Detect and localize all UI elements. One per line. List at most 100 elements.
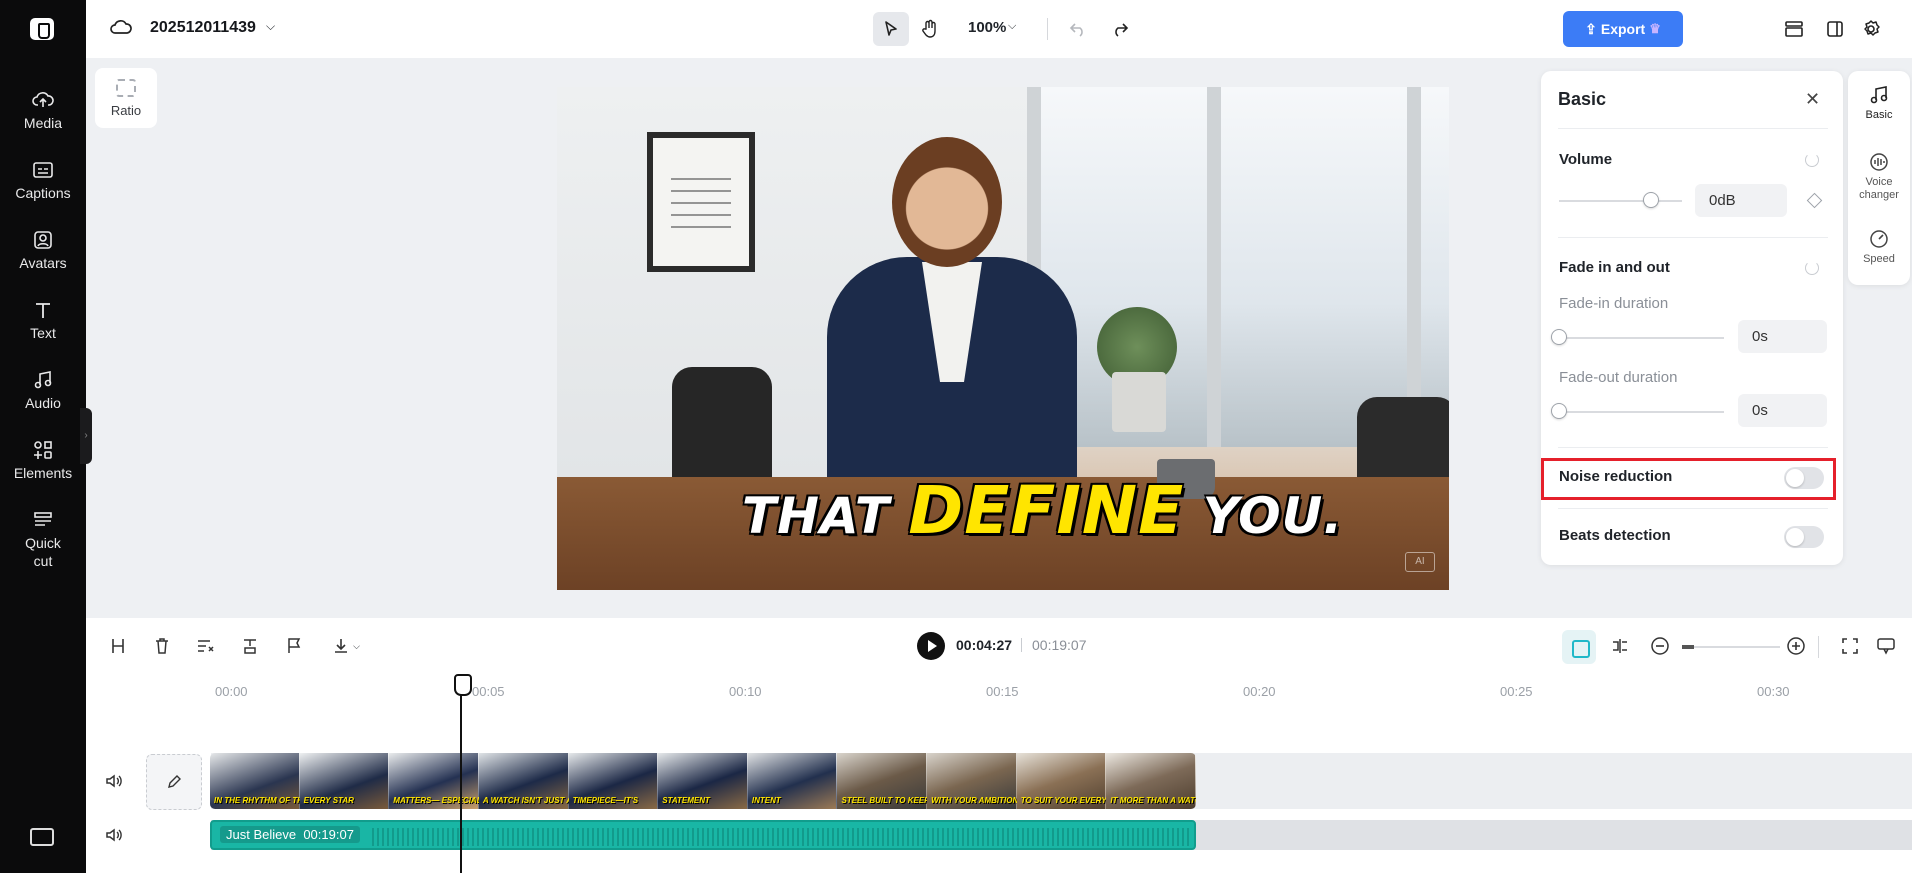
fade-out-slider[interactable] (1559, 411, 1724, 413)
close-icon[interactable]: ✕ (1805, 89, 1820, 110)
playhead[interactable] (454, 674, 472, 873)
split-view-button[interactable] (1608, 634, 1632, 658)
ruler-label: 00:30 (1757, 684, 1790, 699)
play-button[interactable] (917, 632, 945, 660)
ratio-button[interactable]: Ratio (95, 68, 157, 128)
keyboard-shortcuts-icon[interactable] (30, 828, 54, 846)
fade-in-slider[interactable] (1559, 337, 1724, 339)
ruler-label: 00:15 (986, 684, 1019, 699)
audio-clip[interactable]: Just Believe 00:19:07 (210, 820, 1196, 850)
beats-detection-toggle[interactable] (1784, 526, 1824, 548)
tab-voice-changer[interactable]: Voice changer (1848, 152, 1910, 202)
thumb-caption: A WATCH ISN'T JUST A (482, 796, 573, 805)
speaker-icon[interactable] (104, 772, 124, 790)
reset-icon[interactable] (1805, 261, 1819, 275)
top-bar: 202512011439 ⌵ 100% ⌵ ⇪ Export ♛ (86, 0, 1912, 58)
comment-button[interactable] (1874, 634, 1898, 658)
hand-tool-button[interactable] (912, 12, 948, 46)
project-name[interactable]: 202512011439 (150, 19, 256, 37)
rail-item-captions[interactable]: Captions (0, 160, 86, 202)
fade-in-slider-knob[interactable] (1551, 329, 1567, 345)
panel-title: Basic (1558, 89, 1607, 109)
rail-item-text[interactable]: Text (0, 300, 86, 342)
clip-thumbnail: WITH YOUR AMBITION (927, 753, 1019, 809)
magnet-snap-button[interactable] (1562, 630, 1596, 664)
fade-out-label: Fade-out duration (1559, 369, 1678, 386)
music-note-icon (34, 371, 52, 389)
preview-head (892, 137, 1002, 267)
thumb-caption: STATEMENT (662, 796, 710, 805)
reset-icon[interactable] (1805, 153, 1819, 167)
settings-button[interactable] (1853, 12, 1889, 46)
thumb-caption: IN THE RHYTHM OF THE (214, 796, 309, 805)
zoom-in-button[interactable] (1784, 634, 1808, 658)
thumb-caption: TIMEPIECE—IT'S (572, 796, 639, 805)
layout-toggle-button[interactable] (1817, 12, 1853, 46)
cover-edit-button[interactable] (146, 754, 202, 810)
edit-clips-button[interactable] (194, 634, 218, 658)
chevron-down-icon[interactable]: ⌵ (1008, 20, 1016, 33)
thumb-caption: EVERY STAR (303, 796, 354, 805)
avatar-icon (34, 231, 52, 249)
captions-icon (33, 162, 53, 178)
layers-icon (1785, 21, 1803, 37)
ruler-label: 00:25 (1500, 684, 1533, 699)
volume-value-field[interactable]: 0dB (1695, 184, 1787, 217)
fade-out-value-field[interactable]: 0s (1738, 394, 1827, 427)
video-caption[interactable]: THAT DEFINE YOU. (742, 472, 1343, 549)
cursor-icon (885, 21, 897, 36)
app-logo[interactable] (30, 18, 54, 40)
thumb-caption: WITH YOUR AMBITION (931, 796, 1019, 805)
tab-basic[interactable]: Basic (1848, 85, 1910, 122)
rail-item-audio[interactable]: Audio (0, 370, 86, 412)
rail-item-media[interactable]: Media (0, 90, 86, 132)
fade-in-value-field[interactable]: 0s (1738, 320, 1827, 353)
cloud-sync-icon[interactable] (110, 17, 132, 37)
undo-button[interactable] (1060, 12, 1096, 46)
ratio-label: Ratio (110, 103, 142, 118)
export-button[interactable]: ⇪ Export ♛ (1563, 11, 1683, 47)
ruler-label: 00:10 (729, 684, 762, 699)
split-button[interactable] (106, 634, 130, 658)
video-preview[interactable]: THAT DEFINE YOU. AI (557, 87, 1449, 590)
volume-slider-knob[interactable] (1643, 192, 1660, 208)
rail-collapse-handle[interactable]: › (80, 408, 92, 464)
ruler-label: 00:00 (215, 684, 248, 699)
voice-wave-icon (1870, 153, 1888, 171)
delete-button[interactable] (150, 634, 174, 658)
redo-button[interactable] (1102, 12, 1138, 46)
rail-item-label: Media (23, 115, 63, 131)
export-label: Export (1600, 21, 1646, 37)
select-tool-button[interactable] (873, 12, 909, 46)
rail-item-quick-cut[interactable]: Quick cut (0, 510, 86, 570)
video-clip[interactable]: IN THE RHYTHM OF THE EVERY STAR MATTERS—… (210, 753, 1196, 809)
text-to-speech-button[interactable] (238, 634, 262, 658)
chevron-down-icon[interactable]: ⌵ (266, 19, 275, 34)
zoom-level[interactable]: 100% (968, 19, 1006, 36)
keyframe-diamond-icon[interactable] (1806, 192, 1823, 209)
download-button[interactable]: ⌵ (326, 634, 366, 658)
volume-label: Volume (1559, 151, 1613, 168)
divider (1558, 508, 1828, 509)
volume-slider[interactable] (1559, 200, 1682, 202)
rail-item-elements[interactable]: Elements (0, 440, 86, 482)
zoom-out-button[interactable] (1648, 634, 1672, 658)
flag-icon (288, 638, 301, 653)
tab-speed[interactable]: Speed (1848, 229, 1910, 266)
redo-icon (1115, 23, 1129, 37)
layers-button[interactable] (1776, 12, 1812, 46)
rail-item-label: Elements (13, 465, 73, 481)
speaker-icon[interactable] (104, 826, 124, 844)
fade-out-slider-knob[interactable] (1551, 403, 1567, 419)
timeline-zoom-slider[interactable] (1682, 645, 1780, 649)
audio-clip-name: Just Believe (226, 827, 297, 842)
clip-thumbnail: STEEL BUILT TO KEEP UP (837, 753, 943, 809)
trash-icon (156, 638, 168, 654)
rail-item-avatars[interactable]: Avatars (0, 230, 86, 272)
fit-timeline-button[interactable] (1838, 634, 1862, 658)
rail-item-label: Captions (15, 185, 71, 201)
speedometer-icon (1870, 230, 1888, 248)
pencil-icon (168, 775, 181, 788)
aspect-ratio-icon (116, 79, 136, 97)
marker-button[interactable] (282, 634, 306, 658)
